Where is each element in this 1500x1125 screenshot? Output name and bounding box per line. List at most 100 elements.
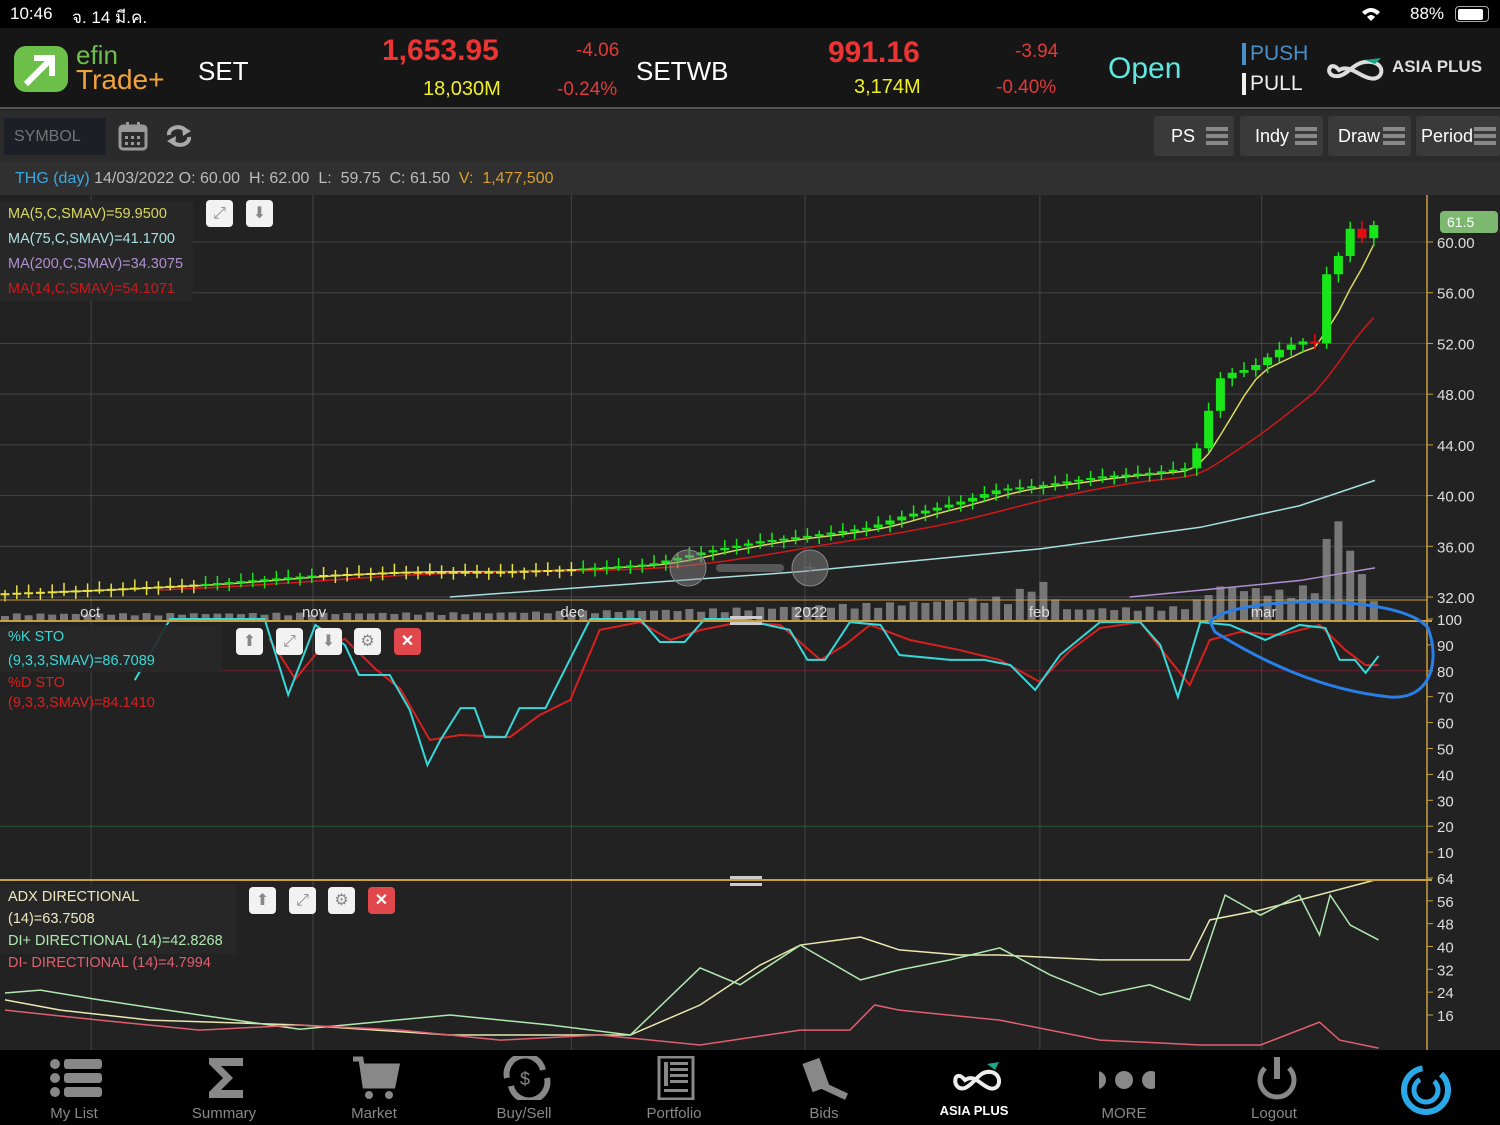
volume-bar bbox=[366, 613, 375, 621]
nav-logout[interactable]: Logout bbox=[1214, 1050, 1334, 1125]
candle-body bbox=[177, 585, 187, 588]
candle-body bbox=[791, 537, 801, 540]
candle-body bbox=[330, 574, 340, 577]
x-tick-label: 2022 bbox=[794, 604, 827, 621]
period-button[interactable]: Period bbox=[1416, 116, 1500, 156]
candle-body bbox=[94, 589, 104, 592]
nav-asia-plus[interactable]: ASIA PLUS bbox=[914, 1050, 1034, 1125]
candle-body bbox=[885, 520, 895, 525]
candle bbox=[460, 563, 470, 577]
volume-bar bbox=[1157, 610, 1166, 621]
candle-body bbox=[224, 582, 234, 585]
index-value: 991.16 bbox=[828, 36, 920, 69]
candle-body bbox=[1310, 341, 1320, 344]
ma14-line bbox=[158, 317, 1375, 591]
header: efin Trade+ SET 1,653.95 -4.06 18,030M -… bbox=[0, 28, 1500, 109]
y-tick-label: 90 bbox=[1437, 638, 1454, 655]
candle-body bbox=[566, 569, 576, 572]
pull-toggle[interactable]: PULL bbox=[1242, 73, 1303, 95]
x-tick-label: nov bbox=[302, 604, 327, 621]
candle-body bbox=[47, 591, 57, 594]
candle bbox=[1156, 465, 1166, 481]
index-name[interactable]: SETWB bbox=[636, 56, 728, 87]
volume-bar bbox=[968, 598, 977, 621]
symbol-input[interactable] bbox=[4, 118, 106, 155]
volume-bar bbox=[980, 602, 989, 621]
candle-body bbox=[189, 584, 199, 587]
candle-body bbox=[1345, 228, 1355, 256]
nav-more[interactable]: MORE bbox=[1064, 1050, 1184, 1125]
index-name[interactable]: SET bbox=[198, 56, 249, 87]
ps-button[interactable]: PS bbox=[1154, 116, 1234, 156]
candle-body bbox=[1027, 486, 1037, 489]
nav-label: Bids bbox=[809, 1105, 839, 1122]
indy-button[interactable]: Indy bbox=[1240, 116, 1323, 156]
candle-body bbox=[826, 532, 836, 535]
volume-bar bbox=[1204, 595, 1213, 621]
period-label: Period bbox=[1421, 126, 1474, 146]
settings-gear-icon[interactable]: ⚙ bbox=[328, 887, 355, 914]
move-up-icon[interactable]: ⬆ bbox=[249, 887, 276, 914]
ma5-line bbox=[52, 244, 1375, 594]
candle-body bbox=[248, 580, 258, 583]
move-up-icon[interactable]: ⬆ bbox=[236, 628, 263, 655]
push-toggle[interactable]: PUSH bbox=[1242, 43, 1308, 65]
asia-plus-logo-icon bbox=[1327, 58, 1384, 81]
candle bbox=[909, 505, 919, 520]
calendar-icon[interactable] bbox=[118, 121, 148, 151]
draw-button[interactable]: Draw bbox=[1328, 116, 1411, 156]
candle-body bbox=[920, 510, 930, 514]
candle-body bbox=[1215, 378, 1225, 411]
pane-resize-handle[interactable] bbox=[730, 876, 762, 879]
expand-icon[interactable]: ⤢ bbox=[276, 628, 303, 655]
candle bbox=[1239, 362, 1249, 378]
candle-body bbox=[354, 573, 364, 576]
nav-label: Summary bbox=[191, 1105, 257, 1122]
candle-body bbox=[1298, 341, 1308, 345]
settings-gear-icon[interactable]: ⚙ bbox=[354, 628, 381, 655]
expand-icon[interactable]: ⤢ bbox=[206, 200, 233, 227]
volume-bar bbox=[838, 603, 847, 621]
nav-market[interactable]: Market bbox=[314, 1050, 434, 1125]
volume-bar bbox=[355, 613, 363, 621]
candle-body bbox=[1097, 476, 1107, 479]
status-time: 10:46 bbox=[10, 4, 53, 23]
menu-icon bbox=[1206, 127, 1228, 145]
y-tick-label: 64 bbox=[1437, 871, 1454, 888]
move-down-icon[interactable]: ⬇ bbox=[315, 628, 342, 655]
candle-body bbox=[1062, 481, 1072, 484]
candle bbox=[791, 529, 801, 545]
menu-icon bbox=[1474, 127, 1496, 145]
index-percent: -0.40% bbox=[996, 77, 1057, 98]
ohlc-info-bar: THG (day) 14/03/2022 O: 60.00 H: 62.00 L… bbox=[0, 162, 1500, 195]
candle-body bbox=[130, 587, 140, 590]
refresh-icon[interactable] bbox=[164, 123, 194, 149]
candle bbox=[1027, 478, 1037, 494]
y-tick-label: 60.00 bbox=[1437, 235, 1475, 252]
close-icon[interactable]: ✕ bbox=[394, 628, 421, 655]
range-scrollbar[interactable] bbox=[716, 564, 784, 572]
move-down-icon[interactable]: ⬇ bbox=[246, 200, 273, 227]
nav-summary[interactable]: Summary bbox=[164, 1050, 284, 1125]
nav-bids[interactable]: Bids bbox=[764, 1050, 884, 1125]
candle bbox=[366, 567, 376, 582]
volume-bar bbox=[673, 611, 682, 621]
candle-body bbox=[507, 571, 517, 574]
candle bbox=[389, 563, 399, 576]
asia-plus-swirl-icon[interactable] bbox=[1398, 1062, 1454, 1118]
pane-resize-handle[interactable] bbox=[730, 616, 762, 619]
volume-bar bbox=[956, 602, 965, 621]
candle-body bbox=[968, 497, 978, 502]
ma5-legend: MA(5,C,SMAV)=59.9500 bbox=[8, 206, 167, 222]
nav-my-list[interactable]: My List bbox=[14, 1050, 134, 1125]
high-value: 62.00 bbox=[269, 170, 310, 187]
nav-buy-sell[interactable]: $ Buy/Sell bbox=[464, 1050, 584, 1125]
close-icon[interactable]: ✕ bbox=[368, 887, 395, 914]
range-handle-left[interactable] bbox=[669, 549, 707, 587]
volume-bar bbox=[1074, 609, 1083, 621]
candle-body bbox=[366, 572, 376, 575]
expand-icon[interactable]: ⤢ bbox=[289, 887, 316, 914]
x-tick-label: feb bbox=[1029, 604, 1050, 621]
close-value: 61.50 bbox=[409, 170, 450, 187]
nav-portfolio[interactable]: Portfolio bbox=[614, 1050, 734, 1125]
